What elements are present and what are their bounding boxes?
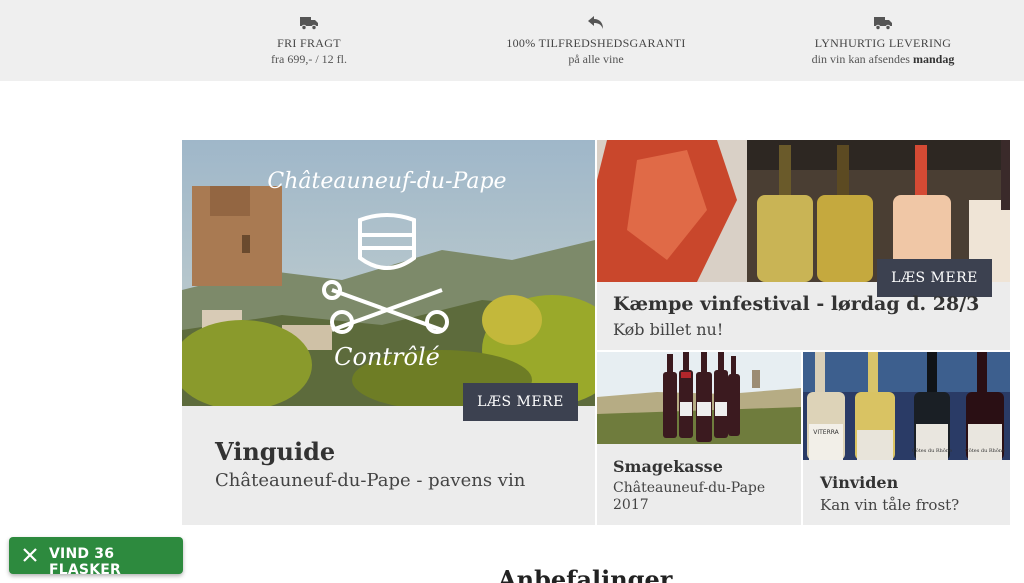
card-title: Vinguide <box>215 437 336 466</box>
usp-free-shipping: FRI FRAGT fra 699,- / 12 fl. <box>189 14 429 68</box>
svg-text:Côtes du Rhône: Côtes du Rhône <box>965 447 1005 454</box>
card-subtitle: Châteauneuf-du-Pape 2017 <box>613 480 766 513</box>
read-more-button[interactable]: LÆS MERE <box>877 259 992 297</box>
card-title: Vinviden <box>820 473 899 492</box>
usp-fast-delivery: LYNHURTIG LEVERING din vin kan afsendes … <box>763 14 1003 68</box>
truck-icon <box>874 17 892 31</box>
usp-bar: FRI FRAGT fra 699,- / 12 fl. 100% TILFRE… <box>0 0 1024 81</box>
usp-satisfaction: 100% TILFREDSHEDSGARANTI på alle vine <box>476 14 716 68</box>
svg-text:Châteauneuf-du-Pape: Châteauneuf-du-Pape <box>267 169 506 194</box>
card-subtitle: Châteauneuf-du-Pape - pavens vin <box>215 470 526 491</box>
recommendations-title: Anbefalinger <box>498 565 673 583</box>
read-more-button[interactable]: LÆS MERE <box>463 383 578 421</box>
smagekasse-card[interactable]: Smagekasse Châteauneuf-du-Pape 2017 <box>597 352 801 525</box>
card-subtitle: Køb billet nu! <box>613 320 724 339</box>
usp-text: din vin kan afsendes mandag <box>811 52 955 66</box>
vinguide-card[interactable]: Châteauneuf-du-Pape Contrôlé LÆS MERE Vi… <box>182 140 595 525</box>
win-bottles-label: VIND 36 FLASKER <box>49 546 121 578</box>
svg-text:Côtes du Rhône: Côtes du Rhône <box>912 447 952 454</box>
card-title: Kæmpe vinfestival - lørdag d. 28/3 <box>613 293 980 315</box>
svg-text:VITERRA: VITERRA <box>813 429 839 436</box>
svg-text:Contrôlé: Contrôlé <box>334 343 440 371</box>
usp-title: FRI FRAGT <box>277 36 341 50</box>
chateauneuf-hero-image: Châteauneuf-du-Pape Contrôlé <box>182 140 595 406</box>
bottles-image: VITERRA Côtes du Rhône Côtes du Rhône <box>803 352 1010 460</box>
usp-title: LYNHURTIG LEVERING <box>814 36 952 50</box>
win-bottles-button[interactable]: VIND 36 FLASKER <box>9 537 183 578</box>
usp-title: 100% TILFREDSHEDSGARANTI <box>506 36 686 50</box>
truck-icon <box>300 17 318 31</box>
festival-card[interactable]: LÆS MERE Kæmpe vinfestival - lørdag d. 2… <box>597 140 1010 350</box>
vinviden-card[interactable]: VITERRA Côtes du Rhône Côtes du Rhône Vi… <box>803 352 1010 525</box>
usp-text: fra 699,- / 12 fl. <box>271 52 347 66</box>
close-icon[interactable] <box>21 544 39 566</box>
return-arrow-icon <box>588 16 603 29</box>
usp-text: på alle vine <box>568 52 624 66</box>
card-subtitle: Kan vin tåle frost? <box>820 496 960 514</box>
wine-box-image <box>597 352 801 444</box>
card-title: Smagekasse <box>613 457 723 476</box>
